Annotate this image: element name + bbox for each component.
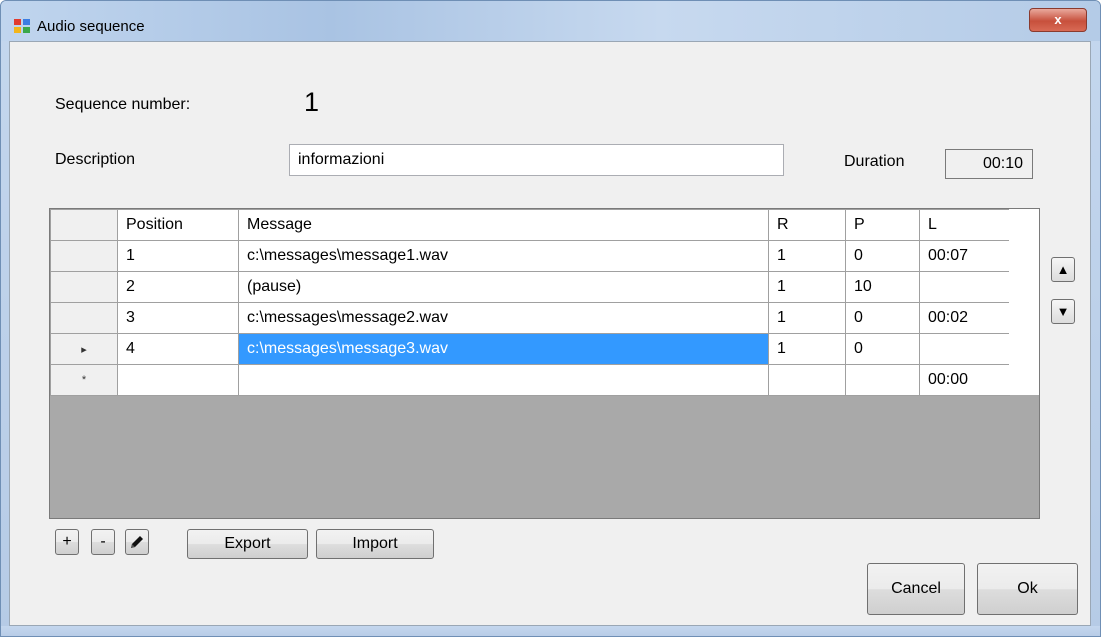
move-up-button[interactable]: ▲ <box>1051 257 1075 282</box>
cell-p[interactable]: 0 <box>845 302 920 334</box>
sequence-table: Position Message R P L 1 c:\messages\mes… <box>50 209 1010 396</box>
sequence-number-value: 1 <box>304 87 320 117</box>
cell-position[interactable] <box>117 364 239 396</box>
cell-r[interactable] <box>768 364 846 396</box>
cell-p[interactable] <box>845 364 920 396</box>
dialog-window: Audio sequence x Sequence number: 1 Desc… <box>0 0 1101 637</box>
close-button[interactable]: x <box>1029 8 1087 32</box>
export-button[interactable]: Export <box>187 529 308 559</box>
close-icon: x <box>1054 12 1062 27</box>
cell-position[interactable]: 3 <box>117 302 239 334</box>
arrow-up-icon: ▲ <box>1056 262 1070 277</box>
cell-message-selected[interactable]: c:\messages\message3.wav <box>238 333 769 365</box>
table-row[interactable]: 3 c:\messages\message2.wav 1 0 00:02 <box>50 302 1010 334</box>
cell-message[interactable]: (pause) <box>238 271 769 303</box>
title-bar[interactable]: Audio sequence x <box>1 1 1100 41</box>
cell-p[interactable]: 0 <box>845 240 920 272</box>
table-row[interactable]: 2 (pause) 1 10 <box>50 271 1010 303</box>
sequence-grid[interactable]: Position Message R P L 1 c:\messages\mes… <box>49 208 1040 519</box>
pencil-icon <box>131 536 143 548</box>
table-row[interactable]: 1 c:\messages\message1.wav 1 0 00:07 <box>50 240 1010 272</box>
cell-r[interactable]: 1 <box>768 271 846 303</box>
dialog-body: Sequence number: 1 Description Duration … <box>9 41 1091 626</box>
window-title: Audio sequence <box>37 18 145 35</box>
new-row-indicator[interactable]: * <box>50 364 118 396</box>
cell-message[interactable]: c:\messages\message1.wav <box>238 240 769 272</box>
cell-l[interactable] <box>919 271 1010 303</box>
cell-r[interactable]: 1 <box>768 240 846 272</box>
cell-message[interactable] <box>238 364 769 396</box>
cancel-button[interactable]: Cancel <box>867 563 965 615</box>
app-icon <box>14 19 30 33</box>
move-down-button[interactable]: ▼ <box>1051 299 1075 324</box>
table-row-new[interactable]: * 00:00 <box>50 364 1010 396</box>
edit-row-button[interactable] <box>125 529 149 555</box>
current-row-indicator[interactable]: ▸ <box>50 333 118 365</box>
remove-row-button[interactable]: - <box>91 529 115 555</box>
description-label: Description <box>55 151 136 168</box>
sequence-number-label: Sequence number: <box>55 96 191 113</box>
duration-value: 00:10 <box>945 149 1033 179</box>
column-header-l[interactable]: L <box>919 209 1010 241</box>
window-frame-bottom <box>1 626 1100 636</box>
description-input[interactable] <box>289 144 784 176</box>
table-header-row: Position Message R P L <box>50 209 1010 241</box>
row-header[interactable] <box>50 240 118 272</box>
cell-l[interactable] <box>919 333 1010 365</box>
cell-l[interactable]: 00:00 <box>919 364 1010 396</box>
cell-position[interactable]: 2 <box>117 271 239 303</box>
column-header-r[interactable]: R <box>768 209 846 241</box>
cell-l[interactable]: 00:07 <box>919 240 1010 272</box>
cell-r[interactable]: 1 <box>768 333 846 365</box>
arrow-down-icon: ▼ <box>1056 304 1070 319</box>
cell-position[interactable]: 4 <box>117 333 239 365</box>
duration-label: Duration <box>844 153 905 170</box>
add-row-button[interactable]: + <box>55 529 79 555</box>
column-header-message[interactable]: Message <box>238 209 769 241</box>
cell-l[interactable]: 00:02 <box>919 302 1010 334</box>
ok-button[interactable]: Ok <box>977 563 1078 615</box>
cell-r[interactable]: 1 <box>768 302 846 334</box>
row-header[interactable] <box>50 302 118 334</box>
column-header-position[interactable]: Position <box>117 209 239 241</box>
cell-p[interactable]: 0 <box>845 333 920 365</box>
cell-p[interactable]: 10 <box>845 271 920 303</box>
row-header-corner[interactable] <box>50 209 118 241</box>
import-button[interactable]: Import <box>316 529 434 559</box>
cell-message[interactable]: c:\messages\message2.wav <box>238 302 769 334</box>
row-header[interactable] <box>50 271 118 303</box>
column-header-p[interactable]: P <box>845 209 920 241</box>
table-row-current[interactable]: ▸ 4 c:\messages\message3.wav 1 0 <box>50 333 1010 365</box>
cell-position[interactable]: 1 <box>117 240 239 272</box>
grid-filler-column <box>1009 209 1039 395</box>
